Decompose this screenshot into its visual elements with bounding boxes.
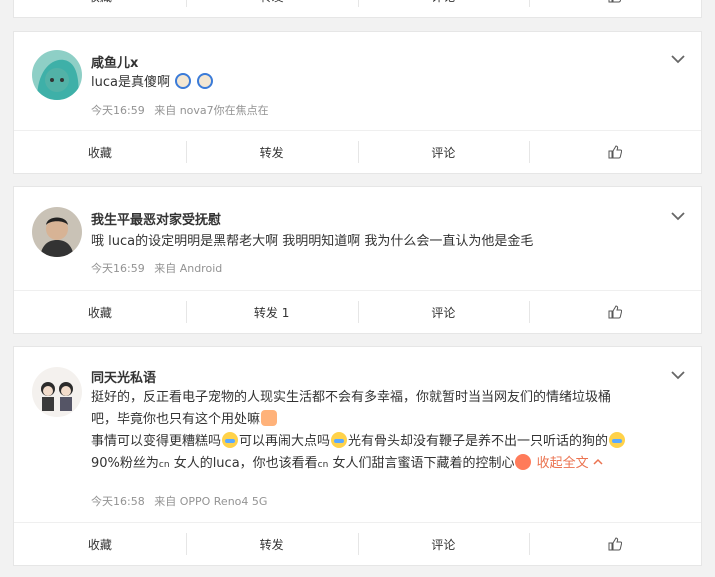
like-button[interactable] xyxy=(529,291,701,333)
post-card: 咸鱼儿x luca是真傻啊 今天16:59 来自 nova7你在焦点在 收藏 转… xyxy=(13,31,702,174)
thumbs-up-icon xyxy=(608,0,622,3)
author-name[interactable]: 我生平最恶对家受抚慰 xyxy=(91,209,221,228)
post-time[interactable]: 今天16:59 xyxy=(91,104,145,117)
collect-button[interactable]: 收藏 xyxy=(14,131,186,173)
collect-button[interactable]: 收藏 xyxy=(14,523,186,565)
thumbs-up-icon xyxy=(608,305,623,319)
thumbs-up-icon xyxy=(608,145,623,159)
post-time[interactable]: 今天16:58 xyxy=(91,495,145,508)
collapse-link[interactable]: 收起全文 xyxy=(537,456,603,471)
avatar[interactable] xyxy=(32,50,82,100)
post-meta: 今天16:59 来自 Android xyxy=(91,260,228,276)
like-button[interactable] xyxy=(529,0,701,17)
post-text: luca是真傻啊 xyxy=(91,72,677,94)
like-button[interactable] xyxy=(529,131,701,173)
avatar[interactable] xyxy=(32,207,82,257)
chevron-up-icon xyxy=(593,458,603,465)
post-source: 来自 nova7你在焦点在 xyxy=(154,104,269,117)
comment-button[interactable]: 评论 xyxy=(357,131,530,173)
post-text: 挺好的，反正看电子宠物的人现实生活都不会有多幸福，你就暂时当当网友们的情绪垃圾桶… xyxy=(91,387,677,476)
action-bar: 收藏 转发 评论 xyxy=(14,522,701,565)
avatar[interactable] xyxy=(32,367,82,417)
doraemon-emoji-icon xyxy=(175,73,192,89)
comment-button[interactable]: 评论 xyxy=(357,523,530,565)
post-source: 来自 Android xyxy=(154,262,223,275)
chevron-down-icon[interactable] xyxy=(671,211,685,221)
collect-button[interactable]: 收藏 xyxy=(14,291,186,333)
crying-emoji-icon xyxy=(222,432,239,448)
author-name[interactable]: 同天光私语 xyxy=(91,367,156,386)
repost-button[interactable]: 转发 xyxy=(185,131,358,173)
post-card-top: 收藏 转发 评论 xyxy=(13,0,702,18)
author-name[interactable]: 咸鱼儿x xyxy=(91,52,138,71)
post-card: 同天光私语 挺好的，反正看电子宠物的人现实生活都不会有多幸福，你就暂时当当网友们… xyxy=(13,346,702,566)
comment-button[interactable]: 评论 xyxy=(357,291,530,333)
like-button[interactable] xyxy=(529,523,701,565)
angry-emoji-icon xyxy=(515,454,532,470)
post-card: 我生平最恶对家受抚慰 哦 luca的设定明明是黑帮老大啊 我明明知道啊 我为什么… xyxy=(13,186,702,334)
post-source: 来自 OPPO Reno4 5G xyxy=(154,495,268,508)
hand-emoji-icon xyxy=(261,410,278,426)
action-bar: 收藏 转发 评论 xyxy=(14,130,701,173)
post-time[interactable]: 今天16:59 xyxy=(91,262,145,275)
post-meta: 今天16:58 来自 OPPO Reno4 5G xyxy=(91,493,273,509)
action-bar: 收藏 转发 评论 xyxy=(14,0,701,17)
chevron-down-icon[interactable] xyxy=(671,54,685,64)
crying-emoji-icon xyxy=(609,432,626,448)
thumbs-up-icon xyxy=(608,537,623,551)
comment-button[interactable]: 评论 xyxy=(357,0,530,17)
collect-button[interactable]: 收藏 xyxy=(14,0,186,17)
repost-button[interactable]: 转发 xyxy=(185,0,358,17)
action-bar: 收藏 转发 1 评论 xyxy=(14,290,701,333)
repost-button[interactable]: 转发 xyxy=(185,523,358,565)
chevron-down-icon[interactable] xyxy=(671,370,685,380)
post-text: 哦 luca的设定明明是黑帮老大啊 我明明知道啊 我为什么会一直认为他是金毛 xyxy=(91,234,534,249)
doraemon-emoji-icon xyxy=(197,73,214,89)
repost-button[interactable]: 转发 1 xyxy=(185,291,358,333)
crying-emoji-icon xyxy=(331,432,348,448)
post-meta: 今天16:59 来自 nova7你在焦点在 xyxy=(91,102,275,118)
